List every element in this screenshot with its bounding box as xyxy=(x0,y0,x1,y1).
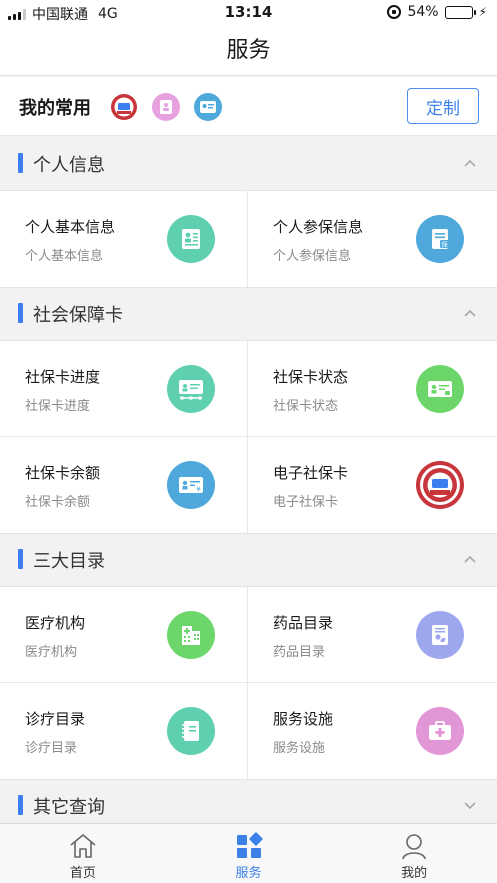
service-item-card-balance[interactable]: 社保卡余额 社保卡余额 ¥ xyxy=(0,437,248,533)
charging-bolt-icon: ⚡ xyxy=(478,5,487,19)
service-item-name: 服务设施 xyxy=(273,710,334,728)
chevron-up-icon xyxy=(464,159,476,167)
battery-percent: 54% xyxy=(407,4,439,20)
chevron-up-icon xyxy=(464,555,476,563)
home-icon xyxy=(70,834,96,858)
orientation-lock-icon xyxy=(387,5,402,19)
medicine-list-icon xyxy=(416,611,464,659)
service-item-name: 医疗机构 xyxy=(25,614,86,632)
svg-text:保: 保 xyxy=(441,240,448,249)
section-accent-bar xyxy=(18,303,23,323)
profile-card-icon[interactable] xyxy=(152,93,180,121)
service-item-name: 社保卡状态 xyxy=(273,368,349,386)
tab-label: 首页 xyxy=(69,866,96,881)
service-item-subtitle: 个人基本信息 xyxy=(25,249,104,264)
section-title: 个人信息 xyxy=(33,155,105,176)
tab-home[interactable]: 首页 xyxy=(0,824,166,883)
service-item-service-facilities[interactable]: 服务设施 服务设施 xyxy=(248,683,496,779)
status-right: 54% ⚡ xyxy=(387,4,487,20)
chevron-down-icon xyxy=(464,802,476,810)
service-item-card-progress[interactable]: 社保卡进度 社保卡进度 xyxy=(0,341,248,437)
treatment-notebook-icon xyxy=(167,707,215,755)
section-grid-three-catalogs: 医疗机构 医疗机构 药品目录 药品目录 诊疗目录 诊疗目录 服务设施 服务设施 xyxy=(0,586,497,780)
section-header-three-catalogs[interactable]: 三大目录 xyxy=(0,534,497,586)
card-status-icon xyxy=(416,365,464,413)
card-progress-icon xyxy=(167,365,215,413)
service-item-medicine-catalog[interactable]: 药品目录 药品目录 xyxy=(248,587,496,683)
grid-row: 社保卡余额 社保卡余额 ¥ 电子社保卡 电子社保卡 xyxy=(0,437,497,533)
bottom-tab-bar: 首页 服务 我的 xyxy=(0,823,497,883)
grid-row: 个人基本信息 个人基本信息 个人参保信息 个人参保信息 保 xyxy=(0,191,497,287)
service-item-name: 个人参保信息 xyxy=(273,218,364,236)
section-header-social-card[interactable]: 社会保障卡 xyxy=(0,288,497,340)
grid-row: 社保卡进度 社保卡进度 社保卡状态 社保卡状态 xyxy=(0,341,497,437)
tab-me[interactable]: 我的 xyxy=(331,824,497,883)
section-title: 其它查询 xyxy=(33,797,105,818)
section-header-personal-info[interactable]: 个人信息 xyxy=(0,138,497,190)
card-balance-icon: ¥ xyxy=(167,461,215,509)
service-item-subtitle: 诊疗目录 xyxy=(25,741,78,756)
service-item-subtitle: 个人参保信息 xyxy=(273,249,352,264)
favorites-icons xyxy=(110,93,222,121)
page-title: 服务 xyxy=(226,38,271,63)
section-accent-bar xyxy=(18,795,23,815)
services-grid-icon xyxy=(236,832,263,858)
service-item-basic-info[interactable]: 个人基本信息 个人基本信息 xyxy=(0,191,248,287)
service-item-name: 社保卡进度 xyxy=(25,368,101,386)
service-item-name: 诊疗目录 xyxy=(25,710,86,728)
section-accent-bar xyxy=(18,153,23,173)
section-title: 三大目录 xyxy=(33,551,105,572)
service-item-subtitle: 社保卡进度 xyxy=(25,399,91,414)
favorites-bar: 我的常用 定制 xyxy=(0,77,497,136)
service-item-name: 药品目录 xyxy=(273,614,334,632)
section-grid-social-card: 社保卡进度 社保卡进度 社保卡状态 社保卡状态 社保卡余额 社保卡余额 ¥ 电子… xyxy=(0,340,497,534)
person-document-icon xyxy=(167,215,215,263)
grid-row: 诊疗目录 诊疗目录 服务设施 服务设施 xyxy=(0,683,497,779)
battery-icon xyxy=(444,5,476,19)
first-aid-kit-icon xyxy=(416,707,464,755)
tab-services[interactable]: 服务 xyxy=(166,824,332,883)
tab-label: 我的 xyxy=(401,866,428,881)
service-item-subtitle: 社保卡状态 xyxy=(273,399,339,414)
svg-text:¥: ¥ xyxy=(196,486,201,494)
chevron-up-icon xyxy=(464,309,476,317)
service-item-subtitle: 社保卡余额 xyxy=(25,495,91,510)
service-item-insurance-info[interactable]: 个人参保信息 个人参保信息 保 xyxy=(248,191,496,287)
service-item-subtitle: 服务设施 xyxy=(273,741,326,756)
e-social-card-badge-icon xyxy=(416,461,464,509)
service-item-e-social-card[interactable]: 电子社保卡 电子社保卡 xyxy=(248,437,496,533)
service-item-name: 电子社保卡 xyxy=(273,464,349,482)
section-accent-bar xyxy=(18,549,23,569)
service-item-name: 个人基本信息 xyxy=(25,218,116,236)
service-item-subtitle: 电子社保卡 xyxy=(273,495,339,510)
insurance-document-icon: 保 xyxy=(416,215,464,263)
id-card-icon[interactable] xyxy=(194,93,222,121)
service-item-subtitle: 医疗机构 xyxy=(25,645,78,660)
service-item-subtitle: 药品目录 xyxy=(273,645,326,660)
service-item-treatment-catalog[interactable]: 诊疗目录 诊疗目录 xyxy=(0,683,248,779)
status-bar: 中国联通 4G 13:14 54% ⚡ xyxy=(0,0,497,26)
social-security-card-badge-icon[interactable] xyxy=(110,93,138,121)
section-grid-personal-info: 个人基本信息 个人基本信息 个人参保信息 个人参保信息 保 xyxy=(0,190,497,288)
nav-bar: 服务 xyxy=(0,26,497,76)
user-icon xyxy=(402,834,426,860)
service-item-card-status[interactable]: 社保卡状态 社保卡状态 xyxy=(248,341,496,437)
service-item-name: 社保卡余额 xyxy=(25,464,101,482)
section-title: 社会保障卡 xyxy=(33,305,123,326)
service-item-medical-institutions[interactable]: 医疗机构 医疗机构 xyxy=(0,587,248,683)
customize-button[interactable]: 定制 xyxy=(407,88,479,124)
hospital-icon xyxy=(167,611,215,659)
favorites-label: 我的常用 xyxy=(19,98,91,119)
grid-row: 医疗机构 医疗机构 药品目录 药品目录 xyxy=(0,587,497,683)
tab-label: 服务 xyxy=(235,866,262,881)
